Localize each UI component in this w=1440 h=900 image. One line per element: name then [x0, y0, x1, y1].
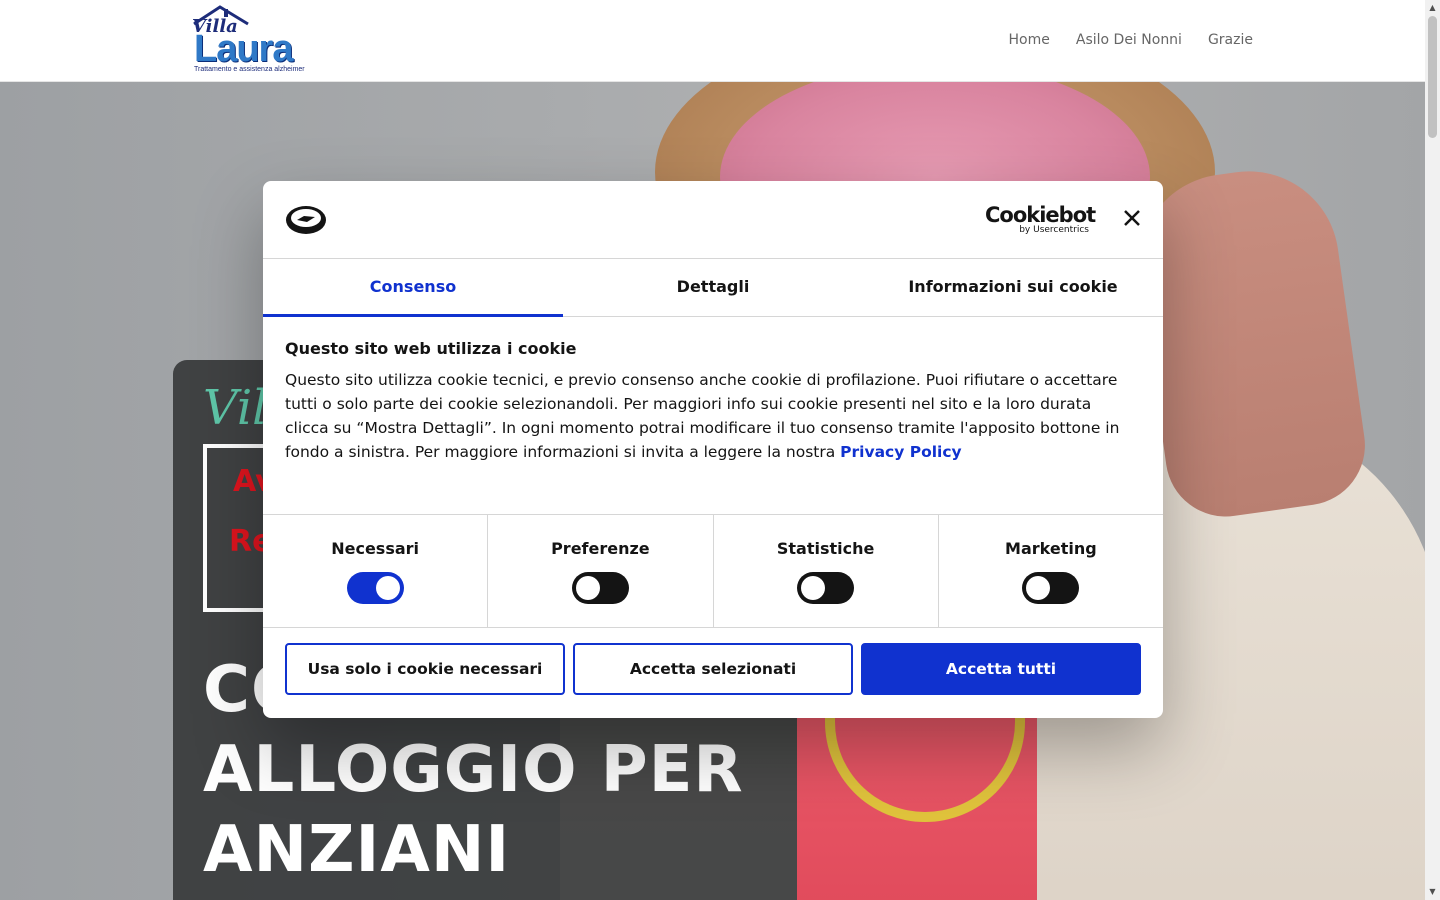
toggle-label-marketing: Marketing [1005, 539, 1097, 558]
cookie-site-logo-icon [286, 206, 326, 234]
toggle-cell-preferenze: Preferenze [488, 515, 714, 627]
toggle-switch-marketing[interactable] [1022, 572, 1080, 604]
toggle-knob [575, 576, 600, 600]
main-nav: Home Asilo Dei Nonni Grazie [1009, 32, 1253, 48]
cookie-consent-dialog: Cookiebot by Usercentrics Consenso Detta… [263, 181, 1163, 718]
toggle-label-preferenze: Preferenze [551, 539, 650, 558]
scroll-up-arrow-icon[interactable]: ▲ [1428, 3, 1437, 13]
site-logo[interactable]: Villa Laura Trattamento e assistenza alz… [192, 4, 305, 76]
logo-tagline: Trattamento e assistenza alzheimer [194, 66, 305, 73]
accept-all-button[interactable]: Accetta tutti [861, 643, 1141, 695]
cookie-dialog-tabs: Consenso Dettagli Informazioni sui cooki… [263, 259, 1163, 317]
tab-informazioni-sui-cookie[interactable]: Informazioni sui cookie [863, 259, 1163, 316]
toggle-switch-preferenze[interactable] [571, 572, 629, 604]
page-scrollbar[interactable]: ▲ ▼ [1425, 0, 1440, 900]
cookie-category-toggles: Necessari Preferenze Statistiche Marketi… [263, 514, 1163, 628]
toggle-knob [375, 576, 400, 600]
tab-consenso[interactable]: Consenso [263, 259, 563, 317]
scroll-down-arrow-icon[interactable]: ▼ [1428, 887, 1437, 897]
scrollbar-thumb[interactable] [1428, 16, 1437, 138]
nav-asilo-dei-nonni[interactable]: Asilo Dei Nonni [1076, 32, 1182, 48]
toggle-cell-statistiche: Statistiche [714, 515, 939, 627]
nav-home[interactable]: Home [1009, 32, 1050, 48]
logo-laura-text: Laura [194, 28, 293, 70]
nav-grazie[interactable]: Grazie [1208, 32, 1253, 48]
toggle-label-statistiche: Statistiche [776, 539, 875, 558]
toggle-switch-statistiche[interactable] [797, 572, 855, 604]
cookie-dialog-description: Questo sito utilizza cookie tecnici, e p… [285, 368, 1125, 464]
cookiebot-brand-name: Cookiebot [985, 203, 1096, 227]
cookie-description-text: Questo sito utilizza cookie tecnici, e p… [285, 371, 1120, 461]
accept-selected-button[interactable]: Accetta selezionati [573, 643, 853, 695]
toggle-label-necessari: Necessari [331, 539, 420, 558]
toggle-cell-necessari: Necessari [263, 515, 489, 627]
cookie-dialog-header: Cookiebot by Usercentrics [263, 181, 1163, 259]
cookie-dialog-buttons: Usa solo i cookie necessari Accetta sele… [285, 643, 1141, 695]
cookiebot-brand-logo[interactable]: Cookiebot by Usercentrics [985, 203, 1096, 235]
hero-heading-line2: ALLOGGIO PER [203, 733, 744, 807]
cookie-dialog-title: Questo sito web utilizza i cookie [285, 339, 577, 358]
tab-dettagli[interactable]: Dettagli [563, 259, 863, 316]
toggle-knob [1026, 576, 1051, 600]
site-header: Villa Laura Trattamento e assistenza alz… [0, 0, 1425, 82]
privacy-policy-link[interactable]: Privacy Policy [840, 443, 962, 461]
use-necessary-cookies-button[interactable]: Usa solo i cookie necessari [285, 643, 565, 695]
hero-heading-line3: ANZIANI [203, 813, 511, 887]
cookie-dialog-body: Questo sito web utilizza i cookie Questo… [285, 339, 1125, 464]
close-icon[interactable] [1121, 207, 1143, 229]
toggle-switch-necessari[interactable] [346, 572, 404, 604]
toggle-knob [801, 576, 826, 600]
toggle-cell-marketing: Marketing [939, 515, 1163, 627]
